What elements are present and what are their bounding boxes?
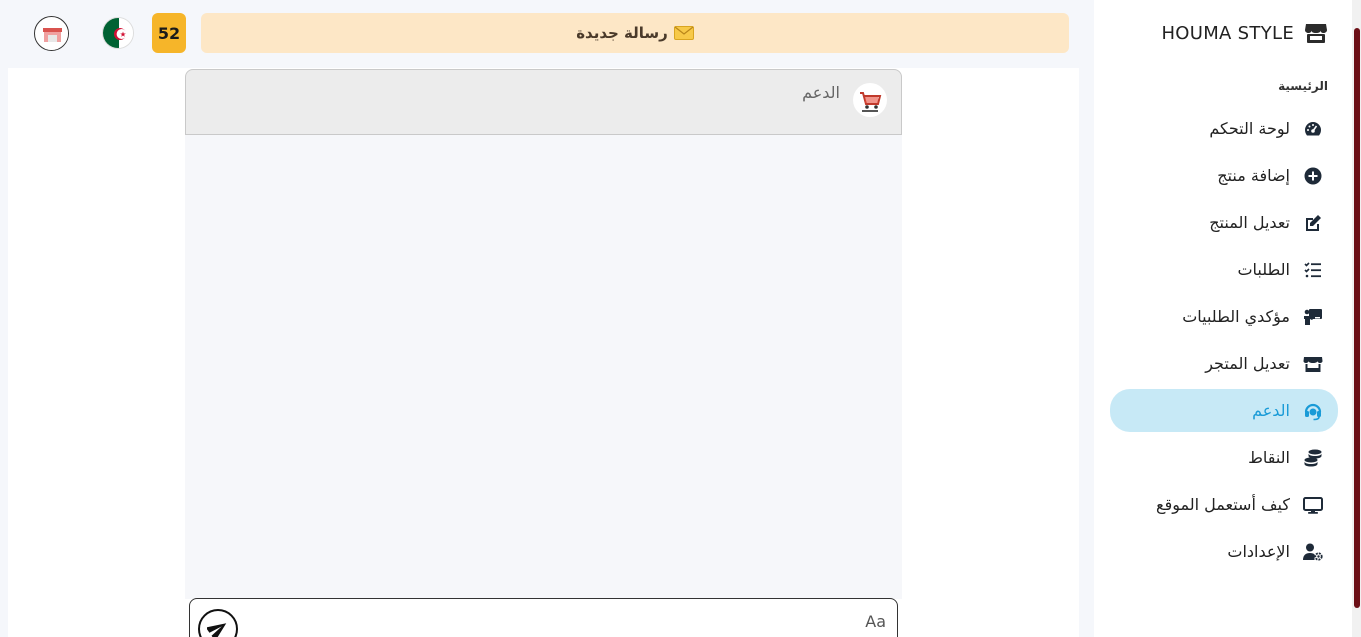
sidebar-nav: لوحة التحكم إضافة منتج تعديل المنتج الطل… [1110,107,1338,577]
sidebar-item-how-to-use[interactable]: كيف أستعمل الموقع [1110,483,1338,526]
list-check-icon [1302,260,1324,280]
headset-icon [1302,401,1324,421]
chat-header: الدعم [185,69,902,135]
sidebar-item-order-confirmers[interactable]: مؤكدي الطلبيات [1110,295,1338,338]
sidebar-item-label: كيف أستعمل الموقع [1156,495,1290,514]
shop-cart-logo [853,83,887,117]
sidebar-item-label: الطلبات [1237,260,1290,279]
plus-circle-icon [1302,166,1324,186]
sidebar-item-points[interactable]: النقاط [1110,436,1338,479]
algeria-flag[interactable] [102,17,134,49]
chat-input-container [189,598,898,637]
points-count: 52 [157,23,181,43]
sidebar-item-settings[interactable]: الإعدادات [1110,530,1338,573]
chat-messages-area[interactable] [185,135,902,599]
sidebar-item-edit-product[interactable]: تعديل المنتج [1110,201,1338,244]
sidebar-item-label: تعديل المنتج [1209,213,1290,232]
coins-icon [1302,448,1324,468]
page-scrollbar-thumb[interactable] [1354,28,1360,608]
sidebar-item-label: مؤكدي الطلبيات [1182,307,1290,326]
section-title-main: الرئيسية [1278,79,1328,93]
edit-icon [1302,213,1324,233]
sidebar-item-dashboard[interactable]: لوحة التحكم [1110,107,1338,150]
gauge-icon [1302,119,1324,139]
sidebar-item-edit-store[interactable]: تعديل المتجر [1110,342,1338,385]
sidebar-item-support[interactable]: الدعم [1110,389,1338,432]
user-gear-icon [1302,542,1324,562]
chat-message-input[interactable] [250,607,886,635]
store-avatar[interactable] [34,16,69,51]
monitor-icon [1302,495,1324,515]
sidebar: HOUMA STYLE الرئيسية لوحة التحكم إضافة م… [1094,0,1352,637]
sidebar-item-label: الإعدادات [1227,542,1290,561]
support-chat: الدعم [185,69,902,637]
sidebar-item-add-product[interactable]: إضافة منتج [1110,154,1338,197]
top-bar: 52 رسالة جديدة [0,0,1094,66]
points-badge[interactable]: 52 [152,13,186,53]
send-button[interactable] [198,609,238,637]
envelope-icon [673,26,694,40]
paper-plane-icon [207,623,227,637]
store-icon [1305,24,1327,43]
sidebar-item-label: لوحة التحكم [1209,119,1290,138]
notice-text: رسالة جديدة [576,24,668,42]
sidebar-item-label: إضافة منتج [1217,166,1290,185]
brand-name: HOUMA STYLE [1161,22,1294,44]
new-message-notice[interactable]: رسالة جديدة [201,13,1069,53]
sidebar-item-label: النقاط [1248,448,1290,467]
sidebar-item-label: تعديل المتجر [1205,354,1290,373]
person-chalkboard-icon [1302,307,1324,327]
sidebar-item-label: الدعم [1252,401,1290,420]
sidebar-item-orders[interactable]: الطلبات [1110,248,1338,291]
shop-icon [1302,354,1324,374]
brand[interactable]: HOUMA STYLE [1161,18,1328,48]
chat-header-name: الدعم [802,83,840,102]
